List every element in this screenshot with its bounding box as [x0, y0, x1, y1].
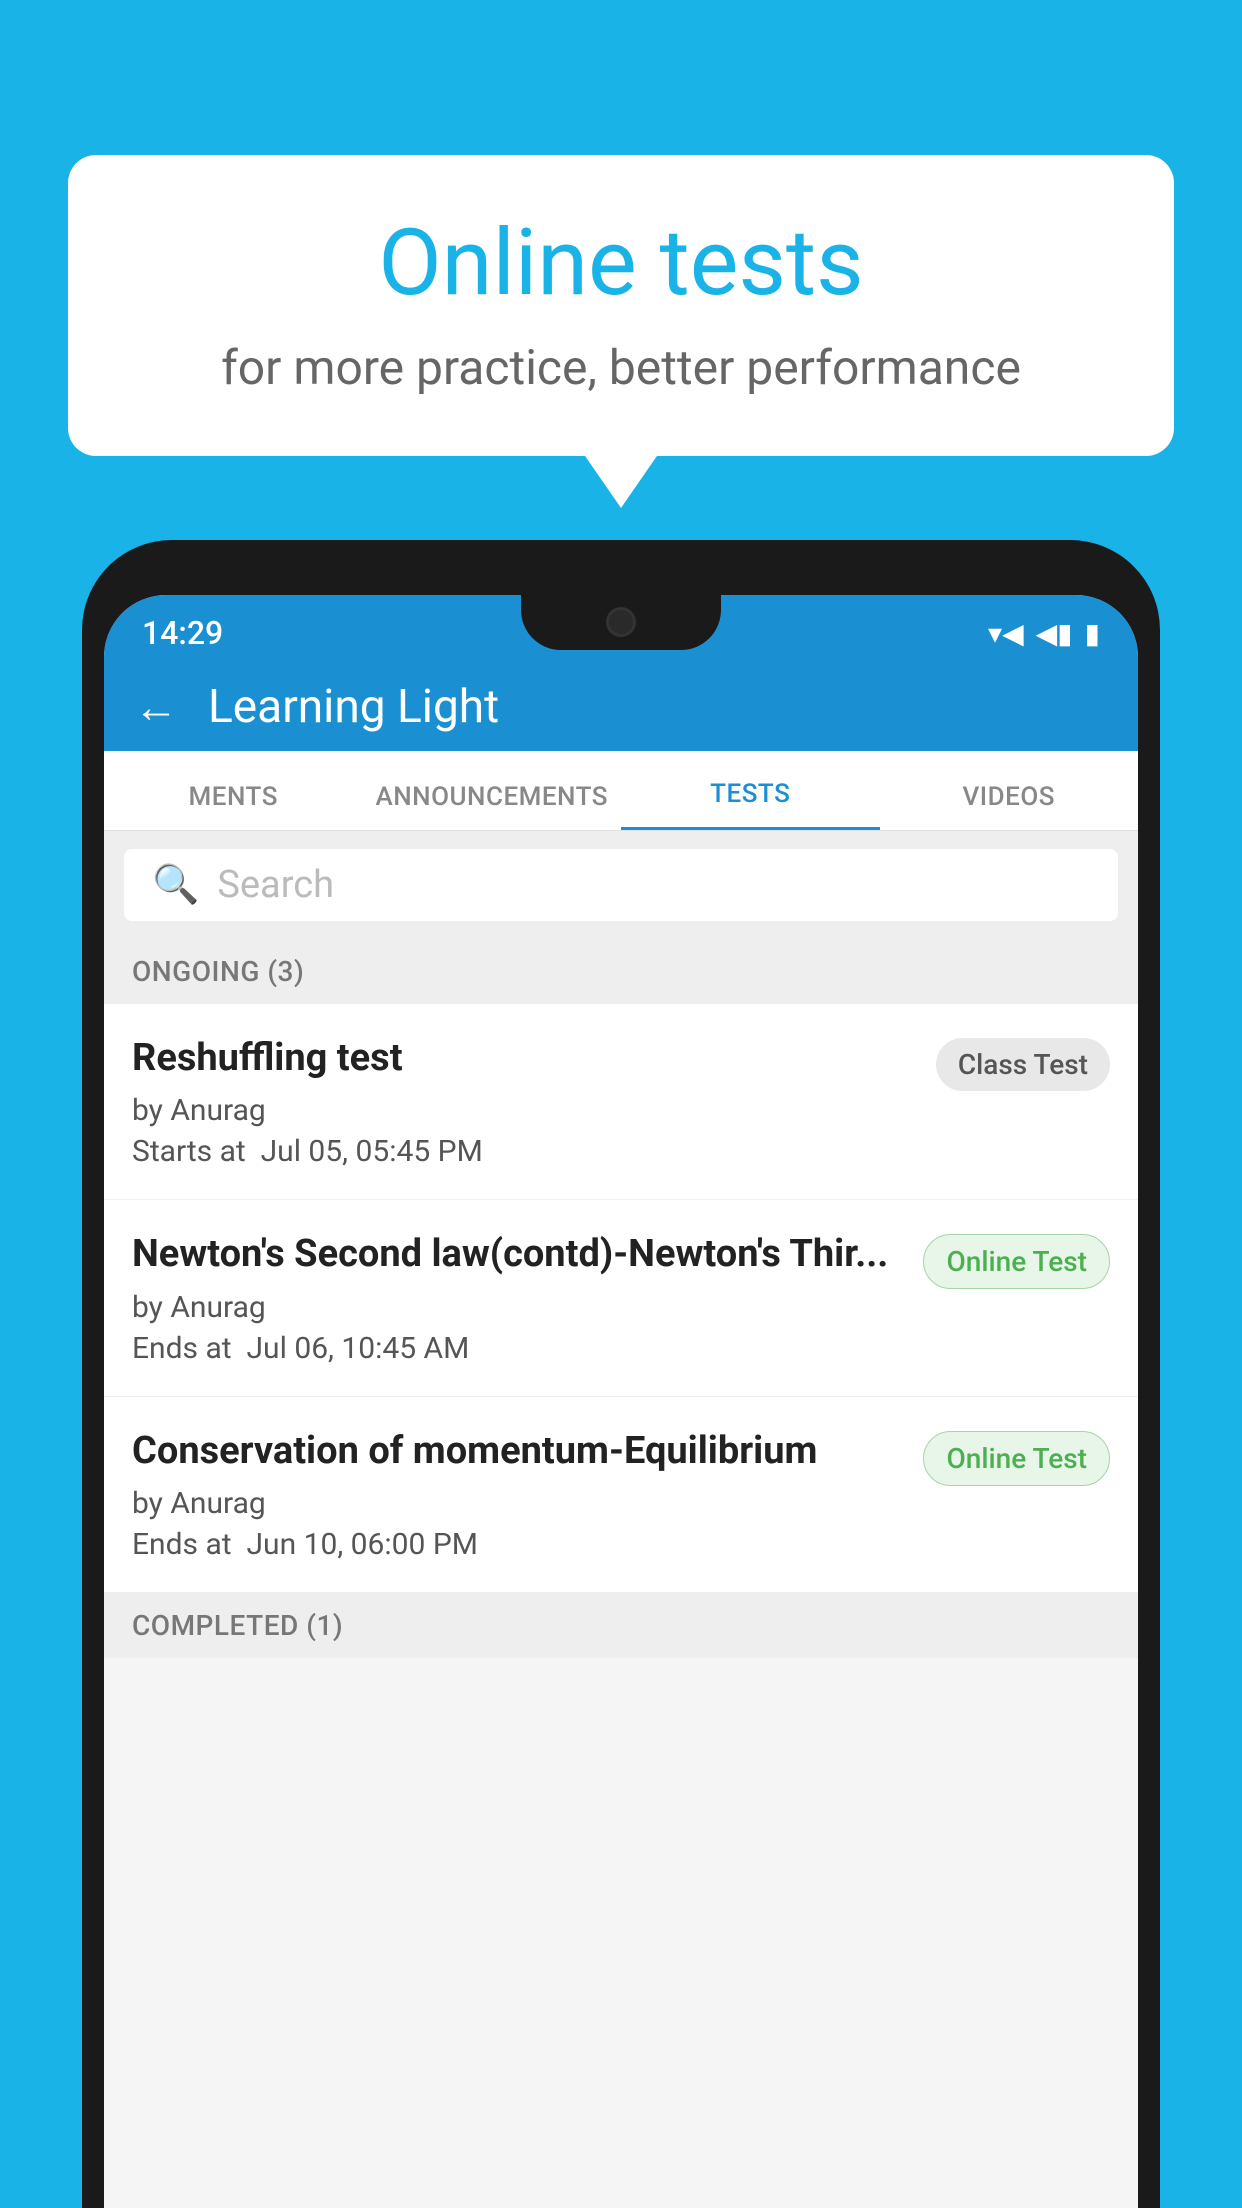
test-time: Ends at Jun 10, 06:00 PM — [132, 1527, 907, 1562]
phone-notch — [521, 595, 721, 650]
test-badge-online: Online Test — [923, 1234, 1110, 1289]
status-time: 14:29 — [142, 614, 223, 652]
tab-ments[interactable]: MENTS — [104, 782, 363, 830]
test-time: Starts at Jul 05, 05:45 PM — [132, 1134, 920, 1169]
back-button[interactable]: ← — [134, 685, 178, 729]
test-info: Conservation of momentum-Equilibrium by … — [132, 1427, 907, 1562]
speech-bubble-subtitle: for more practice, better performance — [128, 339, 1114, 396]
search-icon: 🔍 — [152, 863, 199, 907]
signal-icon: ◀▮ — [1036, 617, 1073, 650]
test-by: by Anurag — [132, 1486, 907, 1521]
test-name: Reshuffling test — [132, 1034, 920, 1083]
search-input[interactable]: Search — [217, 863, 334, 907]
tabs-bar: MENTS ANNOUNCEMENTS TESTS VIDEOS — [104, 751, 1138, 831]
battery-icon: ▮ — [1085, 617, 1100, 650]
speech-bubble: Online tests for more practice, better p… — [68, 155, 1174, 456]
front-camera — [606, 607, 636, 637]
test-item[interactable]: Reshuffling test by Anurag Starts at Jul… — [104, 1004, 1138, 1200]
search-container: 🔍 Search — [104, 831, 1138, 939]
status-icons: ▾◀ ◀▮ ▮ — [988, 617, 1100, 650]
test-time: Ends at Jul 06, 10:45 AM — [132, 1331, 907, 1366]
test-by: by Anurag — [132, 1093, 920, 1128]
ongoing-section-header: ONGOING (3) — [104, 939, 1138, 1004]
test-item[interactable]: Conservation of momentum-Equilibrium by … — [104, 1397, 1138, 1593]
test-info: Reshuffling test by Anurag Starts at Jul… — [132, 1034, 920, 1169]
tab-videos[interactable]: VIDEOS — [880, 782, 1139, 830]
test-item[interactable]: Newton's Second law(contd)-Newton's Thir… — [104, 1200, 1138, 1396]
tab-announcements[interactable]: ANNOUNCEMENTS — [363, 782, 622, 830]
completed-section-header: COMPLETED (1) — [104, 1593, 1138, 1658]
wifi-icon: ▾◀ — [988, 617, 1024, 650]
search-bar[interactable]: 🔍 Search — [124, 849, 1118, 921]
test-badge-online-2: Online Test — [923, 1431, 1110, 1486]
test-name: Conservation of momentum-Equilibrium — [132, 1427, 907, 1476]
speech-bubble-title: Online tests — [128, 210, 1114, 317]
test-name: Newton's Second law(contd)-Newton's Thir… — [132, 1230, 907, 1279]
test-by: by Anurag — [132, 1290, 907, 1325]
test-badge-class: Class Test — [936, 1038, 1110, 1091]
phone-screen: 14:29 ▾◀ ◀▮ ▮ ← Learning Light MENTS ANN… — [104, 595, 1138, 2208]
phone-frame: 14:29 ▾◀ ◀▮ ▮ ← Learning Light MENTS ANN… — [82, 540, 1160, 2208]
content-area: Reshuffling test by Anurag Starts at Jul… — [104, 1004, 1138, 1658]
app-title: Learning Light — [208, 680, 499, 734]
tab-tests[interactable]: TESTS — [621, 779, 880, 830]
app-header: ← Learning Light — [104, 663, 1138, 751]
test-info: Newton's Second law(contd)-Newton's Thir… — [132, 1230, 907, 1365]
